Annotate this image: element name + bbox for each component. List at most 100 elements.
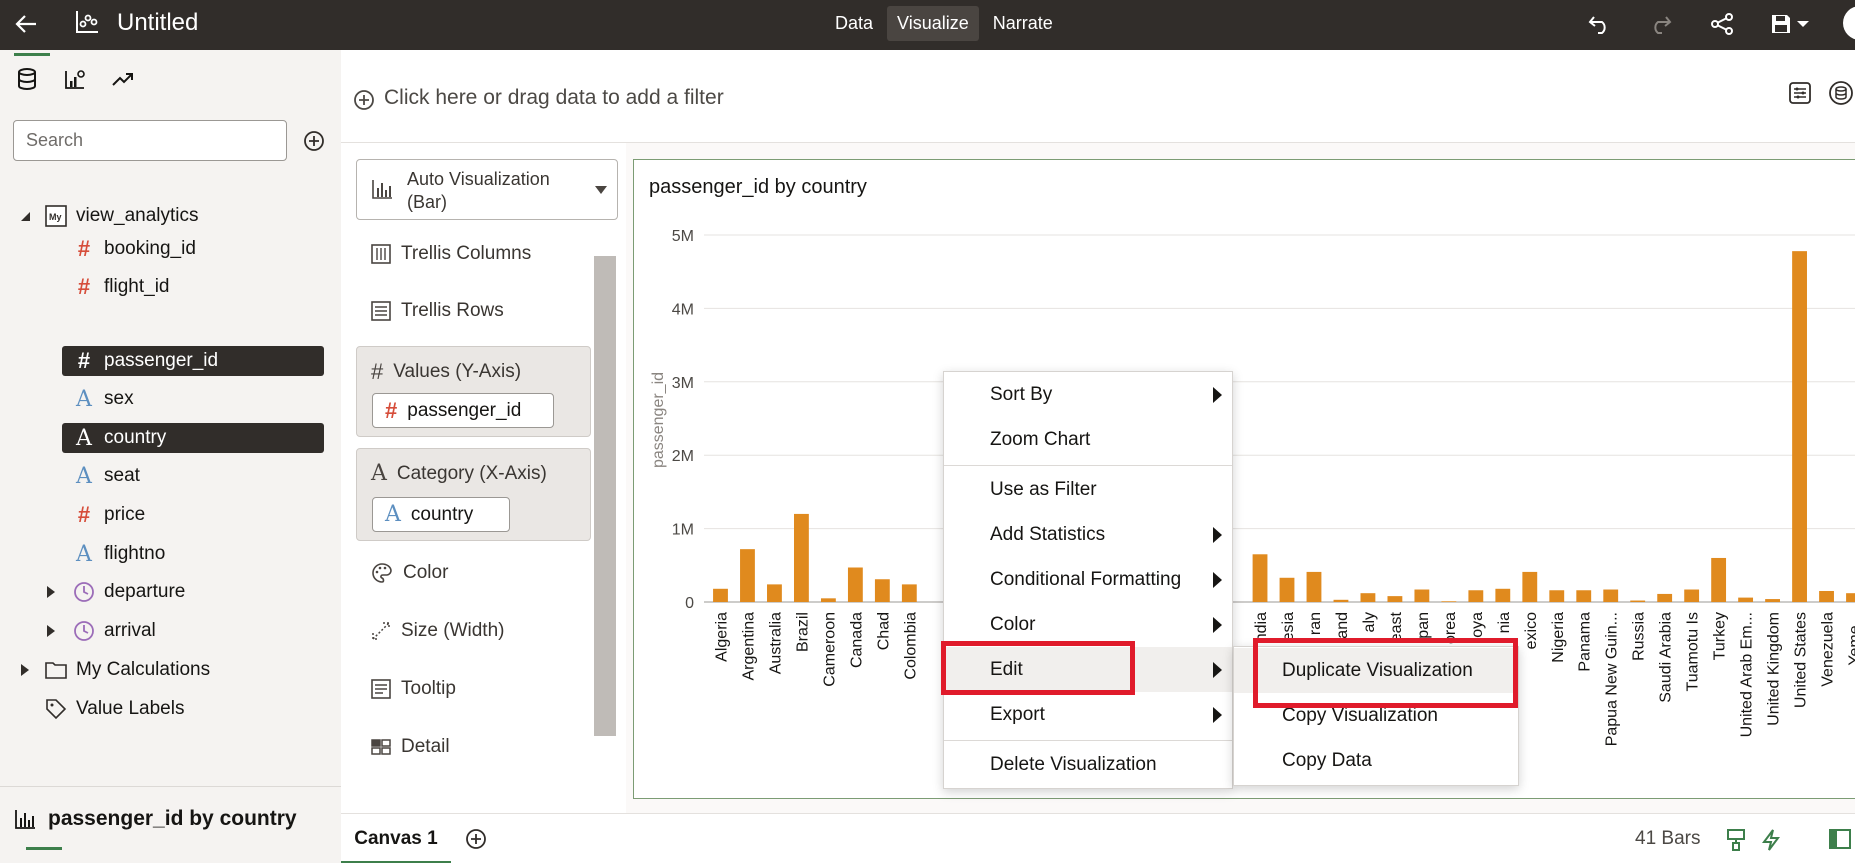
bar[interactable]: [1333, 599, 1349, 602]
bar[interactable]: [1495, 588, 1511, 602]
tree-item-sex[interactable]: A sex: [72, 384, 324, 414]
bar[interactable]: [847, 567, 863, 602]
tree-item-seat[interactable]: A seat: [72, 461, 324, 491]
menu-item-add-statistics[interactable]: Add Statistics: [944, 512, 1232, 557]
refresh-data-button[interactable]: [1725, 828, 1749, 852]
workbook-title[interactable]: Untitled: [117, 9, 198, 37]
tab-visualizations[interactable]: [62, 64, 88, 94]
collapse-caret[interactable]: [18, 209, 32, 223]
bar[interactable]: [1603, 589, 1619, 602]
menu-item-zoom-chart[interactable]: Zoom Chart: [944, 417, 1232, 462]
bar[interactable]: [1414, 589, 1430, 602]
bar[interactable]: [1657, 593, 1673, 602]
bar[interactable]: [1630, 600, 1646, 602]
tree-item-price[interactable]: # price: [72, 500, 324, 530]
trellis-rows[interactable]: Trellis Rows: [371, 300, 504, 322]
menu-item-use-as-filter[interactable]: Use as Filter: [944, 467, 1232, 512]
bar[interactable]: [1549, 590, 1565, 602]
bar[interactable]: [767, 584, 782, 602]
values-pill[interactable]: # passenger_id: [372, 393, 554, 428]
values-drop-zone[interactable]: # Values (Y-Axis) # passenger_id: [356, 346, 591, 437]
filter-controls-button[interactable]: [1787, 80, 1815, 108]
text-type-icon: A: [385, 502, 401, 527]
redo-button[interactable]: [1645, 9, 1675, 39]
avatar[interactable]: [1843, 6, 1855, 40]
tree-item-departure[interactable]: departure: [72, 577, 324, 607]
tree-item-value-labels[interactable]: Value Labels: [44, 694, 324, 724]
menu-item-sort-by[interactable]: Sort By: [944, 372, 1232, 417]
bar[interactable]: [1387, 596, 1403, 602]
menu-item-export[interactable]: Export: [944, 692, 1232, 737]
share-button[interactable]: [1707, 9, 1737, 39]
category-drop-zone[interactable]: A Category (X-Axis) A country: [356, 448, 591, 541]
bar[interactable]: [1576, 590, 1592, 602]
tab-data[interactable]: Data: [825, 6, 883, 41]
bar[interactable]: [820, 598, 836, 602]
bar[interactable]: [1522, 571, 1538, 602]
bar[interactable]: [1279, 577, 1295, 602]
detail-drop-zone[interactable]: Detail: [371, 736, 450, 758]
clock-icon: [72, 580, 96, 604]
bar[interactable]: [1765, 599, 1780, 602]
bar[interactable]: [901, 584, 917, 602]
add-canvas-button[interactable]: [465, 828, 487, 850]
add-data-button[interactable]: [303, 130, 325, 152]
auto-apply-button[interactable]: [1760, 828, 1784, 852]
menu-item-color[interactable]: Color: [944, 602, 1232, 647]
data-actions-button[interactable]: [1828, 80, 1855, 108]
submenu-arrow-icon: [1213, 387, 1222, 403]
filter-bar[interactable]: Click here or drag data to add a filter: [341, 50, 1855, 143]
bar[interactable]: [1306, 571, 1322, 602]
bar[interactable]: [1684, 589, 1700, 602]
add-filter-button[interactable]: [353, 89, 375, 111]
bar[interactable]: [1360, 593, 1376, 602]
canvas-tab[interactable]: Canvas 1: [341, 814, 451, 863]
menu-item-copy-visualization[interactable]: Copy Visualization: [1234, 693, 1518, 738]
tab-narrate[interactable]: Narrate: [983, 6, 1063, 41]
expand-caret[interactable]: [18, 663, 32, 677]
tooltip-drop-zone[interactable]: Tooltip: [371, 678, 456, 700]
undo-button[interactable]: [1585, 9, 1615, 39]
back-button[interactable]: [10, 8, 42, 40]
menu-item-edit[interactable]: Edit: [944, 647, 1232, 692]
tab-visualize[interactable]: Visualize: [887, 6, 979, 41]
grammar-scrollbar[interactable]: [594, 256, 616, 736]
menu-item-copy-data[interactable]: Copy Data: [1234, 738, 1518, 783]
tree-item-flightno[interactable]: A flightno: [72, 539, 324, 569]
tree-item-flight-id[interactable]: # flight_id: [72, 272, 324, 302]
bar[interactable]: [1738, 597, 1754, 602]
trellis-columns[interactable]: Trellis Columns: [371, 243, 531, 265]
bar[interactable]: [794, 513, 809, 602]
bar[interactable]: [1819, 590, 1834, 602]
expand-caret[interactable]: [44, 585, 58, 599]
expand-caret[interactable]: [44, 624, 58, 638]
tab-analytics[interactable]: [110, 64, 136, 94]
toggle-panel-button[interactable]: [1829, 828, 1853, 852]
bar[interactable]: [740, 549, 755, 602]
menu-item-delete-visualization[interactable]: Delete Visualization: [944, 742, 1232, 787]
tree-item-passenger-id[interactable]: # passenger_id: [62, 346, 324, 376]
save-button[interactable]: [1765, 9, 1815, 39]
bar[interactable]: [1846, 593, 1855, 602]
menu-item-duplicate-visualization[interactable]: Duplicate Visualization: [1234, 648, 1518, 693]
bar[interactable]: [713, 588, 728, 602]
bar[interactable]: [1792, 251, 1807, 602]
bar[interactable]: [1468, 590, 1484, 602]
menu-item-conditional-formatting[interactable]: Conditional Formatting: [944, 557, 1232, 602]
tab-data-sources[interactable]: [14, 53, 50, 94]
color-drop-zone[interactable]: Color: [371, 562, 448, 584]
bar[interactable]: [1711, 557, 1727, 602]
size-drop-zone[interactable]: Size (Width): [371, 620, 504, 642]
tree-item-source[interactable]: My view_analytics: [44, 201, 324, 231]
tree-item-country[interactable]: A country: [62, 423, 324, 453]
tree-item-arrival[interactable]: arrival: [72, 616, 324, 646]
bar[interactable]: [874, 579, 890, 602]
viz-type-selector[interactable]: Auto Visualization (Bar): [356, 159, 618, 220]
bar[interactable]: [1252, 554, 1268, 602]
search-input[interactable]: [13, 120, 287, 161]
x-tick-label: United Arab Em...: [1739, 612, 1756, 737]
tree-item-booking-id[interactable]: # booking_id: [72, 234, 324, 264]
tree-item-my-calculations[interactable]: My Calculations: [44, 655, 324, 685]
bar[interactable]: [1441, 601, 1457, 602]
category-pill[interactable]: A country: [372, 497, 510, 532]
